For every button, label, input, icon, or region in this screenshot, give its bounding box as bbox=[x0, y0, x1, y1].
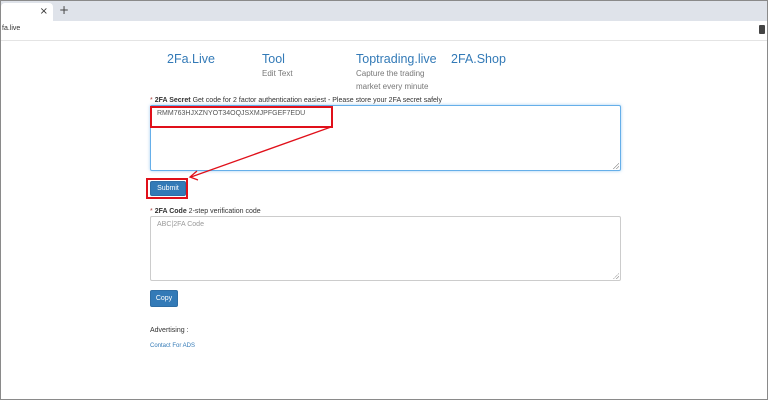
advertising-label: Advertising : bbox=[150, 327, 189, 334]
nav-sub-toptrading-line1: Capture the trading bbox=[356, 69, 425, 78]
code-label-title: 2FA Code bbox=[154, 208, 187, 215]
tab-bar: × + bbox=[1, 1, 767, 21]
nav-link-2fa-shop[interactable]: 2FA.Shop bbox=[451, 52, 506, 66]
new-tab-icon[interactable]: + bbox=[59, 2, 69, 18]
code-help-text: 2-step verification code bbox=[188, 208, 261, 215]
url-text[interactable]: fa.live bbox=[2, 25, 20, 32]
secret-label: * 2FA Secret Get code for 2 factor authe… bbox=[150, 97, 442, 104]
address-bar[interactable]: fa.live bbox=[1, 21, 767, 41]
secret-help-text: Get code for 2 factor authentication eas… bbox=[192, 97, 442, 104]
contact-ads-link[interactable]: Contact For ADS bbox=[150, 343, 195, 349]
code-placeholder: ABC|2FA Code bbox=[157, 221, 204, 228]
resize-grip-icon[interactable] bbox=[613, 273, 619, 279]
copy-button[interactable]: Copy bbox=[150, 290, 178, 307]
nav-sub-edit-text: Edit Text bbox=[262, 69, 293, 78]
required-mark: * bbox=[150, 97, 153, 104]
code-label: * 2FA Code 2-step verification code bbox=[150, 208, 261, 215]
nav-link-2fa-live[interactable]: 2Fa.Live bbox=[167, 52, 215, 66]
secret-label-title: 2FA Secret bbox=[154, 97, 191, 104]
browser-window: × + fa.live 2Fa.Live Tool Edit Text Topt… bbox=[0, 0, 768, 400]
nav-link-tool[interactable]: Tool bbox=[262, 52, 285, 66]
secret-highlight-box bbox=[150, 106, 333, 128]
code-textarea[interactable]: ABC|2FA Code bbox=[150, 216, 621, 281]
extension-icon[interactable] bbox=[759, 25, 765, 34]
required-mark: * bbox=[150, 208, 153, 215]
resize-grip-icon[interactable] bbox=[613, 163, 619, 169]
close-tab-icon[interactable]: × bbox=[40, 4, 48, 20]
browser-tab[interactable]: × bbox=[1, 3, 53, 21]
nav-link-toptrading[interactable]: Toptrading.live bbox=[356, 52, 437, 66]
submit-button[interactable]: Submit bbox=[150, 181, 186, 196]
nav-sub-toptrading-line2: market every minute bbox=[356, 82, 429, 91]
